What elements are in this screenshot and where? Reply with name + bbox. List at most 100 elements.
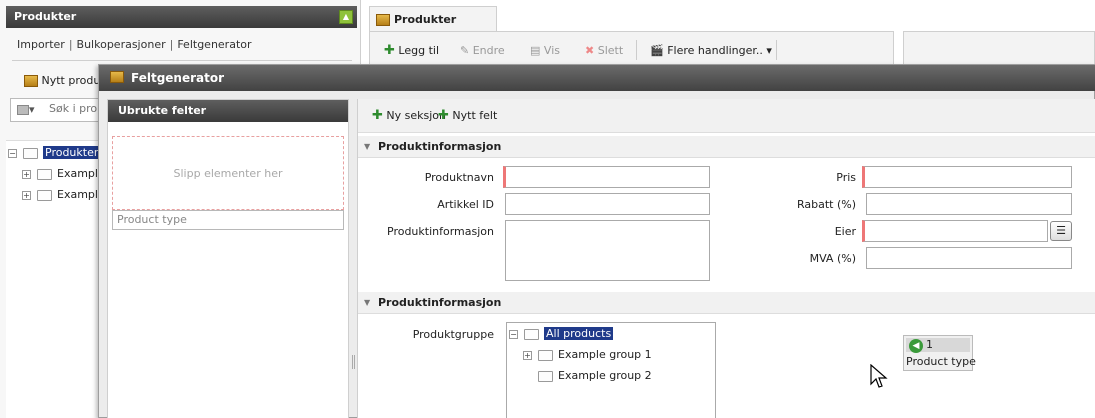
tree-node-label: Produkter bbox=[43, 146, 101, 159]
vat-input[interactable] bbox=[866, 247, 1072, 269]
drag-count: 1 bbox=[926, 338, 933, 351]
add-label: Legg til bbox=[398, 44, 439, 57]
field-generator-link[interactable]: Feltgenerator bbox=[177, 38, 251, 51]
new-field-label: Nytt felt bbox=[452, 109, 498, 122]
tree-node[interactable]: + Example bbox=[22, 186, 105, 204]
drag-chip-label: Product type bbox=[906, 355, 976, 368]
collapse-icon[interactable]: ▲ bbox=[339, 10, 353, 24]
price-input[interactable] bbox=[862, 166, 1072, 188]
more-actions-label: Flere handlinger.. bbox=[667, 44, 763, 57]
right-panel bbox=[903, 31, 1095, 67]
more-actions-button[interactable]: 🎬 Flere handlinger.. ▾ bbox=[650, 43, 772, 59]
drag-chip-header: ◀ 1 bbox=[906, 338, 970, 353]
delete-label: Slett bbox=[597, 44, 624, 57]
view-button[interactable]: ▤ Vis bbox=[530, 43, 560, 59]
new-field-button[interactable]: ✚ Nytt felt bbox=[438, 108, 497, 124]
section-header[interactable]: ▼ Produktinformasjon bbox=[358, 136, 1095, 158]
field-label: Rabatt (%) bbox=[796, 198, 856, 211]
tree-node-label: Example group 1 bbox=[558, 348, 652, 361]
toolbar-separator bbox=[636, 40, 637, 60]
expand-node-icon[interactable]: + bbox=[523, 350, 532, 360]
field-label: Produktnavn bbox=[424, 171, 494, 184]
tree-node-label: All products bbox=[544, 327, 614, 340]
main-toolbar: ✚ Legg til ✎ Endre ▤ Vis ✖ Slett 🎬 Flere… bbox=[369, 31, 894, 67]
discount-input[interactable] bbox=[866, 193, 1072, 215]
tree-node-root[interactable]: − All products bbox=[509, 325, 614, 343]
field-label: Pris bbox=[836, 171, 856, 184]
mouse-cursor-icon bbox=[870, 364, 888, 388]
tab-label: Produkter bbox=[394, 13, 457, 26]
folder-icon bbox=[524, 328, 539, 340]
plus-icon: ✚ bbox=[372, 108, 383, 123]
collapse-node-icon[interactable]: − bbox=[8, 148, 17, 158]
view-label: Vis bbox=[543, 44, 560, 57]
tree-node-root[interactable]: − Produkter bbox=[8, 144, 101, 162]
unused-field-item[interactable]: Product type bbox=[112, 210, 344, 230]
tab-products[interactable]: Produkter bbox=[369, 6, 497, 32]
splitter-handle[interactable] bbox=[352, 355, 355, 369]
field-label: Produktinformasjon bbox=[387, 225, 494, 238]
product-info-textarea[interactable] bbox=[505, 220, 710, 281]
field-generator-dialog: Feltgenerator Ubrukte felter Slipp eleme… bbox=[98, 64, 1095, 418]
folder-icon bbox=[23, 147, 38, 159]
panel-links: Importer | Bulkoperasjoner | Feltgenerator bbox=[17, 38, 252, 51]
field-label: Artikkel ID bbox=[437, 198, 494, 211]
pencil-icon: ✎ bbox=[460, 44, 470, 57]
expand-node-icon[interactable]: + bbox=[22, 190, 31, 200]
tree-node[interactable]: + Example group 1 bbox=[523, 346, 652, 364]
folder-icon bbox=[538, 349, 553, 361]
chevron-down-icon: ▾ bbox=[766, 44, 772, 57]
drop-zone[interactable]: Slipp elementer her bbox=[112, 136, 344, 210]
collapse-node-icon[interactable]: − bbox=[509, 329, 518, 339]
document-icon: ▤ bbox=[530, 44, 541, 57]
tree-node[interactable]: Example group 2 bbox=[538, 367, 652, 385]
article-id-input[interactable] bbox=[505, 193, 710, 215]
bulk-operations-link[interactable]: Bulkoperasjoner bbox=[77, 38, 166, 51]
folder-icon bbox=[538, 370, 553, 382]
delete-icon: ✖ bbox=[585, 44, 595, 57]
new-section-button[interactable]: ✚ Ny seksjon bbox=[372, 108, 446, 124]
add-button[interactable]: ✚ Legg til bbox=[384, 43, 439, 59]
product-box-icon bbox=[110, 71, 124, 83]
divider bbox=[12, 60, 352, 61]
collapse-section-icon[interactable]: ▼ bbox=[364, 136, 370, 158]
unused-fields-header: Ubrukte felter bbox=[108, 100, 348, 122]
new-product-label: Nytt produ bbox=[41, 74, 101, 87]
field-label: Produktgruppe bbox=[412, 328, 494, 341]
product-name-input[interactable] bbox=[503, 166, 710, 188]
toolbar-separator bbox=[776, 40, 777, 60]
edit-label: Endre bbox=[472, 44, 505, 57]
section-header[interactable]: ▼ Produktinformasjon bbox=[358, 292, 1095, 314]
new-product-button[interactable]: Nytt produ bbox=[24, 72, 100, 90]
product-group-tree: − All products + Example group 1 Example g… bbox=[506, 322, 716, 418]
product-box-icon bbox=[24, 75, 38, 87]
edit-button[interactable]: ✎ Endre bbox=[460, 43, 505, 59]
clapperboard-icon: 🎬 bbox=[650, 44, 664, 57]
search-scope-dropdown-icon[interactable]: ▾ bbox=[17, 103, 35, 116]
link-separator: | bbox=[68, 38, 73, 51]
plus-icon: ✚ bbox=[384, 43, 395, 58]
section-title: Produktinformasjon bbox=[378, 140, 502, 153]
section-title: Produktinformasjon bbox=[378, 296, 502, 309]
designer-toolbar: ✚ Ny seksjon ✚ Nytt felt bbox=[358, 99, 1095, 133]
dialog-header[interactable]: Feltgenerator bbox=[99, 65, 1095, 91]
expand-node-icon[interactable]: + bbox=[22, 169, 31, 179]
arrow-left-icon: ◀ bbox=[909, 339, 923, 353]
unused-fields-panel: Ubrukte felter Slipp elementer her Produ… bbox=[107, 99, 349, 418]
drag-chip[interactable]: ◀ 1 Product type bbox=[903, 335, 976, 371]
dialog-title: Feltgenerator bbox=[131, 71, 225, 85]
form-designer: ✚ Ny seksjon ✚ Nytt felt ▼ Produktinform… bbox=[357, 99, 1095, 418]
field-label: MVA (%) bbox=[809, 252, 856, 265]
products-panel-title: Produkter bbox=[14, 10, 77, 23]
list-picker-icon[interactable]: ☰ bbox=[1050, 221, 1072, 241]
collapse-section-icon[interactable]: ▼ bbox=[364, 292, 370, 314]
products-panel-header: Produkter ▲ bbox=[6, 6, 357, 28]
import-link[interactable]: Importer bbox=[17, 38, 65, 51]
tree-node[interactable]: + Example bbox=[22, 165, 105, 183]
link-separator: | bbox=[169, 38, 174, 51]
field-label: Eier bbox=[834, 225, 856, 238]
folder-icon bbox=[37, 168, 52, 180]
tree-node-label: Example group 2 bbox=[558, 369, 652, 382]
delete-button[interactable]: ✖ Slett bbox=[585, 43, 623, 59]
owner-input[interactable] bbox=[862, 220, 1048, 242]
